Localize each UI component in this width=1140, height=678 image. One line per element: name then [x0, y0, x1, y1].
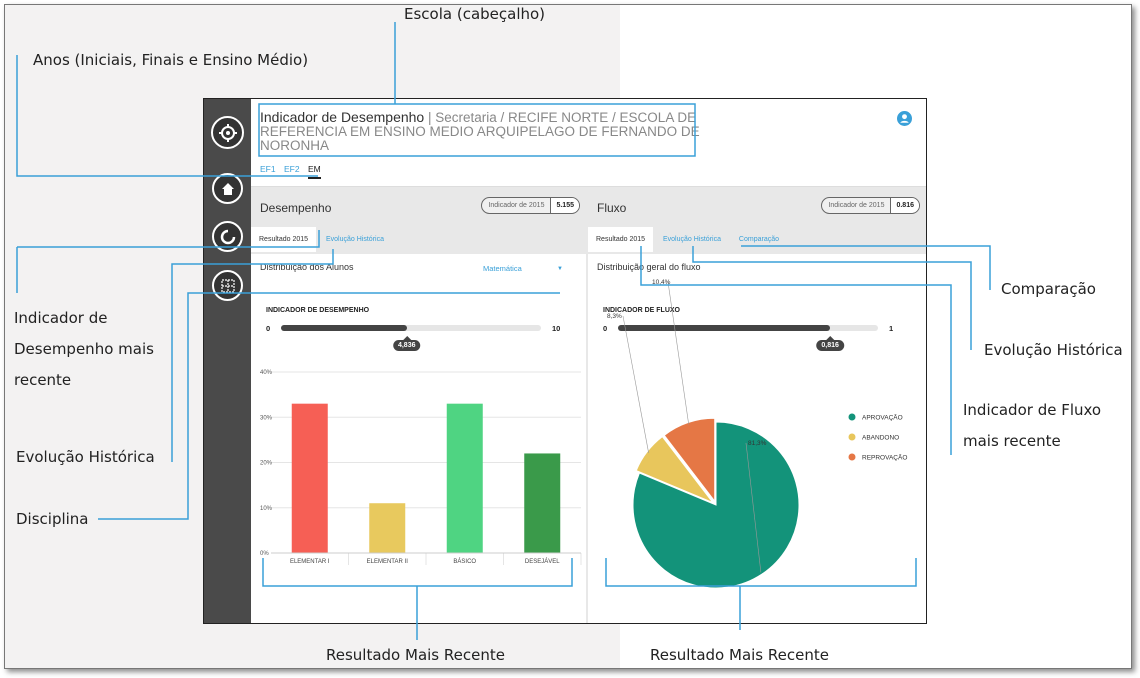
slice-value-label: 81,3%	[748, 440, 767, 447]
fluxo-pie-chart: 81,3% 8,3% 10,4% APROVAÇÃO ABANDONO REPROVAÇÃ…	[607, 279, 907, 589]
fluxo-tabs: Resultado 2015 Evolução Histórica Compar…	[588, 227, 787, 252]
main-content: Desempenho Indicador de 2015 5.155 Resul…	[251, 186, 926, 623]
x-tick-label: ELEMENTAR I	[290, 559, 330, 565]
slice-leader	[667, 281, 690, 425]
fluxo-title: Fluxo	[597, 201, 627, 215]
slice-leader	[622, 315, 649, 454]
grid-icon[interactable]	[212, 270, 243, 301]
legend-swatch-abandono	[848, 433, 856, 441]
fluxo-body: Distribuição geral do fluxo INDICADOR DE…	[588, 254, 926, 623]
y-tick-label: 30%	[260, 415, 273, 421]
desempenho-panel: Desempenho Indicador de 2015 5.155 Resul…	[251, 187, 586, 623]
annotation-resultado-left: Resultado Mais Recente	[326, 646, 505, 664]
legend-swatch-aprovacao	[848, 413, 856, 421]
annotation-resultado-right: Resultado Mais Recente	[650, 646, 829, 664]
slice-value-label: 8,3%	[607, 313, 622, 320]
slice-value-label: 10,4%	[652, 279, 671, 286]
refresh-icon[interactable]	[212, 221, 243, 252]
annotation-escola: Escola (cabeçalho)	[404, 5, 546, 23]
y-tick-label: 20%	[260, 461, 273, 467]
tab-evolucao-historica[interactable]: Evolução Histórica	[318, 227, 392, 252]
distribuicao-bar-chart: 0% 10% 20% 30% 40% ELEMENTAR I ELEMENTAR II BÁS…	[260, 370, 582, 565]
page-title: Indicador de Desempenho | Secretaria / R…	[260, 110, 700, 153]
year-tabs: EF1 EF2 EM	[260, 164, 327, 179]
page-header: Indicador de Desempenho | Secretaria / R…	[251, 99, 926, 186]
sidebar	[204, 99, 251, 623]
user-icon[interactable]	[897, 111, 912, 126]
desempenho-indicator-badge: Indicador de 2015 5.155	[481, 197, 580, 214]
annotation-evolucao-historica-right: Evolução Histórica	[984, 341, 1123, 359]
legend-label: APROVAÇÃO	[862, 413, 903, 422]
annotation-indicador-desempenho: Indicador de Desempenho mais recente	[14, 309, 154, 389]
app-window: Indicador de Desempenho | Secretaria / R…	[203, 98, 927, 624]
tab-comparacao[interactable]: Comparação	[731, 227, 787, 252]
annotation-evolucao-historica-left: Evolução Histórica	[16, 448, 155, 466]
annotation-anos: Anos (Iniciais, Finais e Ensino Médio)	[33, 51, 309, 69]
desempenho-title: Desempenho	[260, 201, 332, 215]
page-title-main: Indicador de Desempenho	[260, 109, 425, 125]
tab-em[interactable]: EM	[307, 164, 321, 179]
desempenho-body: Distribuição dos Alunos Matemática ▼ IND…	[251, 254, 586, 623]
y-tick-label: 10%	[260, 506, 273, 512]
tab-ef2[interactable]: EF2	[284, 164, 300, 177]
y-tick-label: 40%	[260, 370, 273, 376]
y-tick-label: 0%	[260, 551, 269, 557]
fluxo-indicator-badge: Indicador de 2015 0.816	[821, 197, 920, 214]
indicator-label: Indicador de 2015	[828, 202, 885, 209]
legend-label: REPROVAÇÃO	[862, 453, 907, 462]
legend-swatch-reprovacao	[848, 453, 856, 461]
home-icon[interactable]	[212, 173, 243, 204]
fluxo-panel: Fluxo Indicador de 2015 0.816 Resultado …	[588, 187, 926, 623]
x-tick-label: DESEJÁVEL	[525, 558, 560, 565]
x-tick-label: ELEMENTAR II	[367, 559, 409, 565]
bar-basico	[446, 403, 483, 553]
bar-elementar1	[291, 403, 328, 553]
desempenho-tabs: Resultado 2015 Evolução Histórica	[251, 227, 392, 252]
annotation-disciplina: Disciplina	[16, 510, 89, 528]
bar-desejavel	[524, 453, 561, 553]
tab-ef1[interactable]: EF1	[260, 164, 276, 177]
tab-resultado-2015[interactable]: Resultado 2015	[588, 227, 654, 252]
indicator-value: 0.816	[890, 198, 919, 213]
x-tick-label: BÁSICO	[453, 558, 476, 565]
logo-icon[interactable]	[211, 116, 244, 149]
annotation-indicador-fluxo: Indicador de Fluxo mais recente	[963, 401, 1102, 450]
annotation-comparacao: Comparação	[1001, 280, 1096, 298]
tab-evolucao-historica[interactable]: Evolução Histórica	[655, 227, 729, 252]
indicator-value: 5.155	[550, 198, 579, 213]
indicator-label: Indicador de 2015	[488, 202, 545, 209]
bar-elementar2	[369, 503, 406, 553]
tab-resultado-2015[interactable]: Resultado 2015	[251, 227, 317, 252]
legend-label: ABANDONO	[862, 435, 899, 442]
